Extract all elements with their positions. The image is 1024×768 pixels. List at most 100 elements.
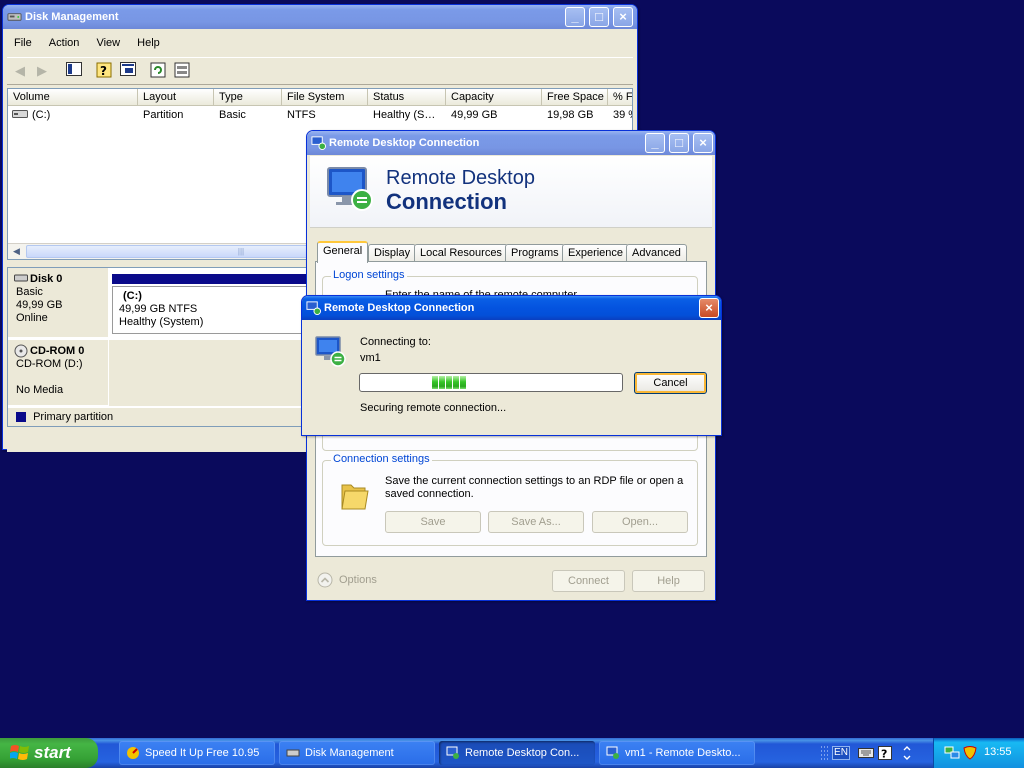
taskbar-item-label: Remote Desktop Con... bbox=[465, 747, 580, 759]
menu-file[interactable]: File bbox=[7, 33, 39, 49]
network-icon[interactable] bbox=[944, 746, 960, 760]
cell-status: Healthy (S… bbox=[373, 109, 436, 121]
connect-button[interactable]: Connect bbox=[552, 570, 625, 592]
close-button[interactable]: × bbox=[613, 7, 633, 27]
rdc-close-button[interactable]: × bbox=[693, 133, 713, 153]
column-header-percent-free[interactable]: % Fr bbox=[608, 89, 632, 106]
cell-file-system: NTFS bbox=[287, 109, 316, 121]
progress-bar bbox=[359, 373, 623, 392]
progress-chunk bbox=[439, 376, 445, 389]
show-hide-tree-icon[interactable] bbox=[65, 62, 83, 80]
taskbar: start Speed It Up Free 10.95 Disk Manage… bbox=[0, 738, 1024, 768]
minimize-button[interactable]: _ bbox=[565, 7, 585, 27]
cell-percent-free: 39 % bbox=[613, 109, 632, 121]
rescan-disks-icon[interactable] bbox=[173, 62, 191, 80]
rdc-icon bbox=[606, 746, 619, 759]
connecting-dialog[interactable]: Remote Desktop Connection × Connecting t… bbox=[301, 295, 722, 436]
rdc-title-icon bbox=[311, 136, 326, 150]
menu-bar: File Action View Help bbox=[7, 33, 633, 55]
start-button[interactable]: start bbox=[0, 738, 98, 768]
tab-display[interactable]: Display bbox=[368, 244, 417, 262]
taskbar-item-vm1[interactable]: vm1 - Remote Deskto... bbox=[599, 741, 755, 765]
rdc-monitor-icon bbox=[327, 167, 373, 211]
tab-experience[interactable]: Experience bbox=[562, 244, 630, 262]
taskbar-item-label: Disk Management bbox=[305, 747, 394, 759]
speed-it-up-icon bbox=[127, 747, 139, 759]
column-header-free-space[interactable]: Free Space bbox=[542, 89, 608, 106]
language-bar-icon[interactable] bbox=[820, 746, 830, 760]
cdrom-0-label[interactable]: CD-ROM 0 CD-ROM (D:) No Media bbox=[8, 340, 108, 406]
column-header-type[interactable]: Type bbox=[214, 89, 282, 106]
connecting-dialog-titlebar[interactable]: Remote Desktop Connection × bbox=[302, 296, 721, 320]
column-header-capacity[interactable]: Capacity bbox=[446, 89, 542, 106]
menu-view[interactable]: View bbox=[89, 33, 127, 49]
language-indicator[interactable]: EN bbox=[832, 746, 850, 760]
disk-management-titlebar[interactable]: Disk Management _ □ × bbox=[3, 5, 637, 29]
maximize-button[interactable]: □ bbox=[589, 7, 609, 27]
connecting-title-icon bbox=[306, 301, 321, 315]
rdc-main-titlebar[interactable]: Remote Desktop Connection _ □ × bbox=[307, 131, 715, 155]
disk-0-label[interactable]: Disk 0 Basic 49,99 GB Online bbox=[8, 268, 108, 338]
cell-free-space: 19,98 GB bbox=[547, 109, 594, 121]
svg-text:?: ? bbox=[881, 748, 887, 761]
column-header-volume[interactable]: Volume bbox=[8, 89, 138, 106]
connection-settings-group: Connection settings Save the current con… bbox=[322, 453, 698, 546]
disk-0-size: 49,99 GB bbox=[16, 299, 63, 311]
back-arrow-icon[interactable]: ◀ bbox=[11, 62, 29, 80]
banner-title-line1: Remote Desktop bbox=[386, 167, 535, 189]
taskbar-item-disk-management[interactable]: Disk Management bbox=[279, 741, 435, 765]
cell-type: Basic bbox=[219, 109, 246, 121]
connection-status-text: Securing remote connection... bbox=[360, 402, 507, 414]
column-header-layout[interactable]: Layout bbox=[138, 89, 214, 106]
help-icon[interactable]: ? bbox=[95, 62, 113, 80]
column-header-file-system[interactable]: File System bbox=[282, 89, 368, 106]
properties-icon[interactable] bbox=[119, 62, 137, 80]
tab-programs[interactable]: Programs bbox=[505, 244, 565, 262]
rdc-minimize-button[interactable]: _ bbox=[645, 133, 665, 153]
tab-advanced[interactable]: Advanced bbox=[626, 244, 687, 262]
tab-general[interactable]: General bbox=[317, 241, 369, 263]
legend-label: Primary partition bbox=[33, 411, 114, 424]
cancel-button[interactable]: Cancel bbox=[634, 372, 707, 394]
chevron-up-icon bbox=[317, 572, 333, 588]
connection-settings-title: Connection settings bbox=[331, 453, 432, 465]
language-options-icon[interactable] bbox=[902, 746, 912, 760]
disk-0-name: Disk 0 bbox=[30, 273, 63, 285]
open-button[interactable]: Open... bbox=[592, 511, 688, 533]
column-header-status[interactable]: Status bbox=[368, 89, 446, 106]
toolbar: ◀ ▶ ? bbox=[7, 57, 633, 85]
save-button[interactable]: Save bbox=[385, 511, 481, 533]
scroll-left-button[interactable]: ◀ bbox=[9, 245, 24, 258]
clock[interactable]: 13:55 bbox=[984, 746, 1012, 758]
rdc-main-title: Remote Desktop Connection bbox=[329, 137, 480, 149]
svg-text:?: ? bbox=[100, 64, 107, 78]
drive-icon bbox=[12, 110, 28, 118]
progress-chunk bbox=[453, 376, 459, 389]
cell-volume: (C:) bbox=[32, 109, 51, 121]
refresh-icon[interactable] bbox=[149, 62, 167, 80]
rdc-maximize-button[interactable]: □ bbox=[669, 133, 689, 153]
menu-help[interactable]: Help bbox=[130, 33, 167, 49]
help-button[interactable]: Help bbox=[632, 570, 705, 592]
tab-local-resources[interactable]: Local Resources bbox=[414, 244, 508, 262]
progress-chunk bbox=[460, 376, 466, 389]
options-label: Options bbox=[339, 574, 377, 586]
dialog-close-button[interactable]: × bbox=[699, 298, 719, 318]
connecting-to-label: Connecting to: bbox=[360, 336, 431, 348]
connection-description: Save the current connection settings to … bbox=[385, 475, 684, 500]
rdc-connecting-icon bbox=[315, 336, 346, 367]
banner-title-line2: Connection bbox=[386, 189, 507, 214]
forward-arrow-icon[interactable]: ▶ bbox=[33, 62, 51, 80]
cdrom-0-spacer bbox=[16, 371, 108, 384]
menu-action[interactable]: Action bbox=[42, 33, 87, 49]
security-shield-icon[interactable] bbox=[962, 746, 978, 760]
save-as-button[interactable]: Save As... bbox=[488, 511, 584, 533]
help-icon[interactable]: ? bbox=[878, 746, 892, 760]
progress-indicator bbox=[432, 376, 622, 389]
language-bar: EN ? bbox=[816, 738, 932, 768]
taskbar-item-speed-it-up[interactable]: Speed It Up Free 10.95 bbox=[119, 741, 275, 765]
taskbar-item-remote-desktop[interactable]: Remote Desktop Con... bbox=[439, 741, 595, 765]
start-label: start bbox=[34, 743, 71, 762]
cell-capacity: 49,99 GB bbox=[451, 109, 498, 121]
keyboard-icon[interactable] bbox=[858, 747, 874, 759]
